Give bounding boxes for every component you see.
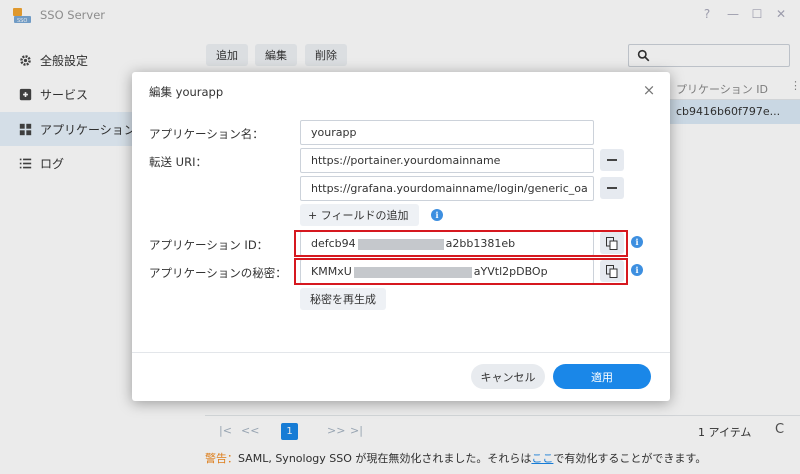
copy-icon: [606, 264, 618, 278]
redirect-uri-label: 転送 URI：: [149, 155, 207, 169]
remove-uri-button-1[interactable]: [600, 149, 624, 171]
minus-icon: [607, 159, 617, 161]
copy-app-id-button[interactable]: [600, 232, 624, 254]
regenerate-secret-button[interactable]: 秘密を再生成: [300, 288, 386, 310]
close-icon[interactable]: ×: [641, 81, 657, 99]
copy-secret-button[interactable]: [600, 260, 624, 282]
info-icon[interactable]: i: [431, 209, 443, 221]
app-secret-label: アプリケーションの秘密：: [149, 266, 287, 280]
cancel-button[interactable]: キャンセル: [471, 364, 545, 389]
minus-icon: [607, 187, 617, 189]
add-field-button[interactable]: + フィールドの追加: [300, 204, 419, 226]
redirect-uri-input-2[interactable]: https://grafana.yourdomainname/login/gen…: [300, 176, 594, 201]
info-icon[interactable]: i: [631, 264, 643, 276]
apply-button[interactable]: 適用: [553, 364, 651, 389]
dialog-footer: キャンセル 適用: [132, 352, 670, 401]
copy-icon: [606, 236, 618, 250]
app-name-label: アプリケーション名：: [149, 127, 264, 141]
info-icon[interactable]: i: [631, 236, 643, 248]
redirect-uri-input-1[interactable]: https://portainer.yourdomainname: [300, 148, 594, 173]
dialog-title: 編集 yourapp: [149, 85, 224, 99]
highlight-box-app-id: [294, 230, 628, 257]
edit-app-dialog: 編集 yourapp × アプリケーション名： yourapp 転送 URI： …: [132, 72, 670, 401]
app-name-input[interactable]: yourapp: [300, 120, 594, 145]
app-id-label: アプリケーション ID：: [149, 238, 269, 252]
remove-uri-button-2[interactable]: [600, 177, 624, 199]
highlight-box-secret: [294, 258, 628, 285]
